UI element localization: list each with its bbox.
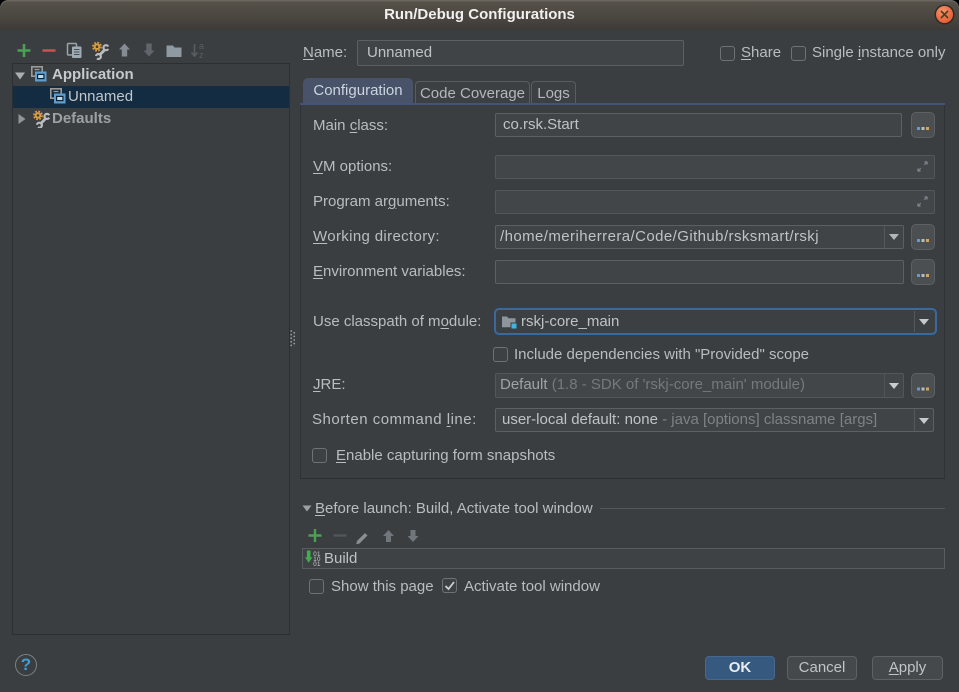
- svg-text:01: 01: [313, 561, 321, 566]
- svg-text:z: z: [199, 50, 204, 60]
